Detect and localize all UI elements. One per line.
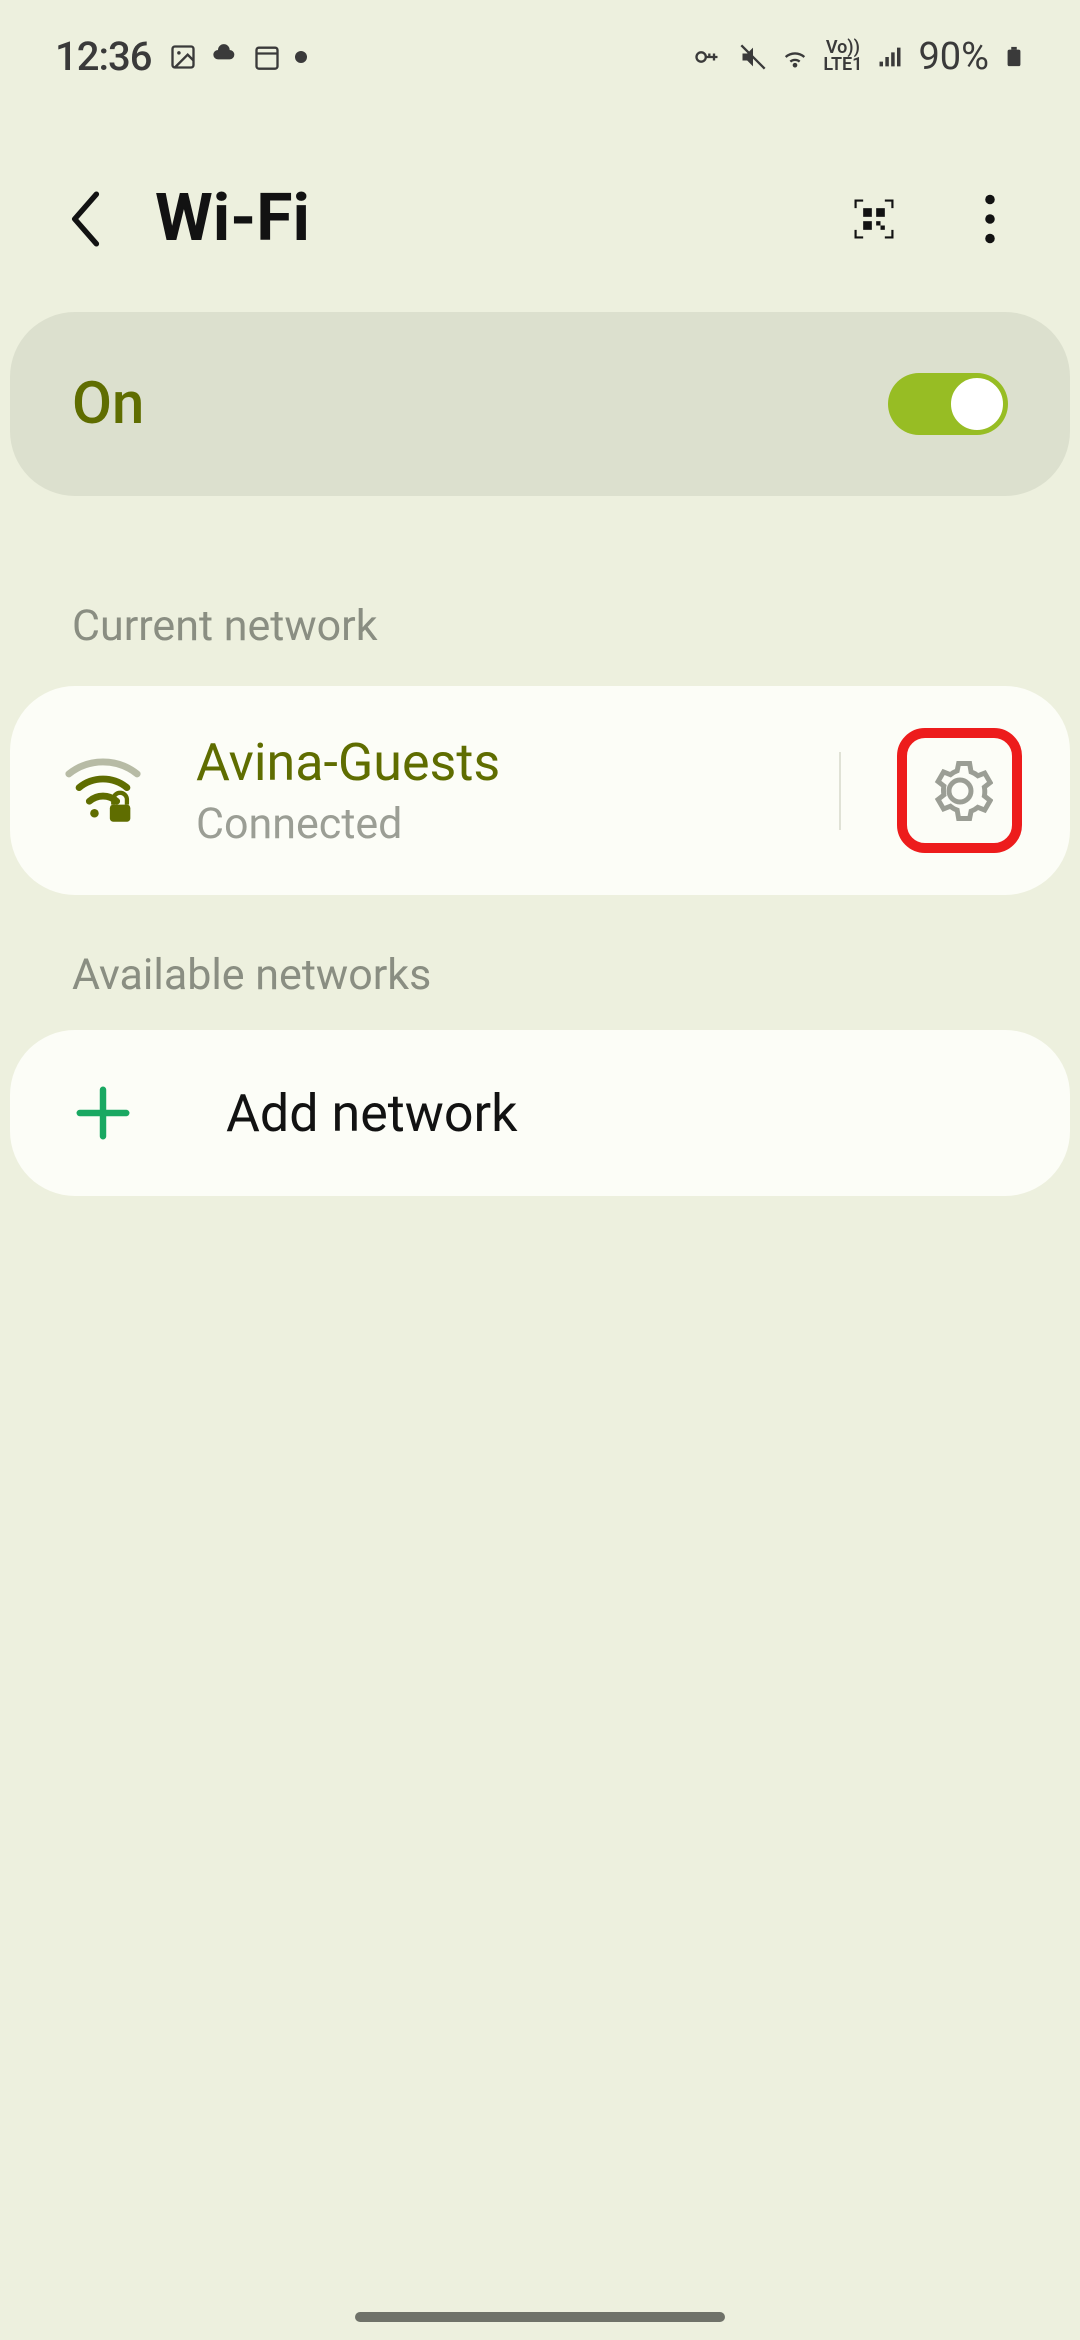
battery-percent: 90% [918, 35, 989, 79]
status-right: Vo))LTE1 90% [689, 35, 1025, 79]
wifi-state-label: On [72, 370, 144, 438]
network-status: Connected [196, 799, 781, 849]
network-ssid: Avina-Guests [196, 732, 781, 794]
more-notifications-dot [295, 51, 307, 63]
more-vertical-icon [983, 193, 997, 245]
more-options-button[interactable] [962, 191, 1018, 247]
image-icon [169, 43, 197, 71]
wifi-switch[interactable] [888, 373, 1008, 435]
status-notif-icons [169, 43, 307, 71]
status-bar: 12:36 Vo))LTE1 90% [0, 0, 1080, 95]
current-network-row[interactable]: Avina-Guests Connected [10, 686, 1070, 895]
gear-icon [927, 758, 993, 824]
add-network-row[interactable]: Add network [10, 1030, 1070, 1196]
vertical-divider [839, 752, 841, 830]
calendar-icon [253, 43, 281, 71]
volte-indicator: Vo))LTE1 [823, 40, 862, 72]
plus-icon [58, 1082, 148, 1144]
header-actions [846, 191, 1018, 247]
page-title: Wi-Fi [155, 180, 310, 257]
battery-icon [1003, 40, 1025, 74]
back-button[interactable] [55, 190, 113, 248]
qr-scan-button[interactable] [846, 191, 902, 247]
chevron-left-icon [64, 188, 104, 250]
navigation-handle[interactable] [355, 2312, 725, 2322]
network-text-block: Avina-Guests Connected [196, 732, 781, 849]
vpn-key-icon [689, 43, 725, 71]
status-left: 12:36 [55, 33, 307, 80]
wifi-toggle-card[interactable]: On [10, 312, 1070, 496]
section-available-networks-title: Available networks [0, 895, 1080, 1030]
qr-code-icon [848, 193, 900, 245]
switch-knob [948, 375, 1006, 433]
mute-vibrate-icon [739, 43, 767, 71]
cloud-sync-icon [211, 43, 239, 71]
add-network-label: Add network [226, 1083, 517, 1144]
section-current-network-title: Current network [0, 496, 1080, 686]
header-left: Wi-Fi [55, 180, 310, 257]
status-time: 12:36 [55, 33, 151, 80]
signal-bars-icon [876, 43, 904, 71]
app-header: Wi-Fi [0, 95, 1080, 312]
wifi-status-icon [781, 43, 809, 71]
wifi-secure-icon [58, 756, 148, 826]
network-settings-button[interactable] [897, 728, 1022, 853]
